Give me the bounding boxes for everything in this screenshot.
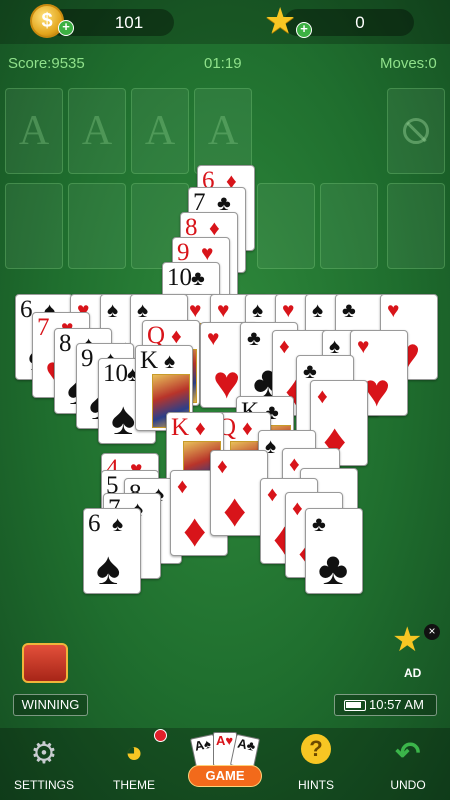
timer-label: 01:19: [204, 55, 242, 72]
card-center-suit-icon: ♦: [223, 484, 247, 536]
card-suit-icon: ♦: [317, 385, 328, 408]
card-suit-icon: ♠: [312, 299, 324, 322]
card-suit-icon: ♠: [107, 299, 119, 322]
foundation-slot[interactable]: A: [5, 88, 63, 174]
card-center-suit-icon: ♣: [318, 542, 349, 594]
card-suit-icon: ♦: [242, 417, 253, 440]
card-rank: 6: [20, 296, 33, 323]
card-suit-icon: ♣: [247, 327, 261, 350]
card-suit-icon: ♠: [137, 299, 149, 322]
undo-icon[interactable]: ↶: [378, 736, 438, 771]
hints-icon[interactable]: ?: [286, 734, 346, 764]
card-suit-icon: ♥: [282, 299, 295, 322]
card-suit-icon: ♣: [191, 267, 205, 290]
card-suit-icon: ♥: [387, 299, 400, 322]
magic-wand-icon[interactable]: ★: [392, 622, 422, 658]
card-suit-icon: ♠: [112, 513, 124, 536]
star-icon: ★: [264, 0, 297, 41]
card-suit-icon: ♥: [189, 299, 202, 322]
star-count: 0: [355, 13, 365, 32]
nav-hints[interactable]: HINTS: [276, 778, 356, 792]
card-rank: 10: [167, 264, 192, 291]
clock-time: 10:57 AM: [369, 697, 424, 712]
card-rank: 6: [88, 510, 101, 537]
theme-icon[interactable]: ◕: [104, 736, 164, 770]
card-suit-icon: ♥: [207, 327, 220, 350]
game-screen: 101 $ + 0 ★ + Score:9535 01:19 Moves:0 A…: [0, 0, 450, 800]
card-suit-icon: ♦: [195, 417, 206, 440]
card-center-suit-icon: ♠: [96, 542, 121, 594]
card-suit-icon: ♦: [289, 453, 300, 476]
tableau-slot[interactable]: [257, 183, 315, 269]
score-label: Score:9535: [8, 55, 85, 72]
card-rank: K: [140, 347, 159, 374]
notification-dot: [154, 729, 167, 742]
nav-game-button[interactable]: GAME: [188, 765, 262, 787]
ad-label: AD: [404, 666, 422, 680]
card-center-suit-icon: ♠: [111, 392, 136, 444]
card-rank: 7: [37, 314, 50, 341]
playing-card[interactable]: ♣♣: [305, 508, 363, 594]
card-rank: 10: [103, 360, 128, 387]
card-suit-icon: ♣: [312, 513, 326, 536]
nav-settings[interactable]: SETTINGS: [4, 778, 84, 792]
stock-slot[interactable]: [387, 88, 445, 174]
card-suit-icon: ♦: [217, 455, 228, 478]
tableau-slot[interactable]: [320, 183, 378, 269]
nav-theme[interactable]: THEME: [94, 778, 174, 792]
game-cards-icon[interactable]: A♠ A♥ A♣: [189, 732, 261, 771]
tableau-slot[interactable]: [387, 183, 445, 269]
add-coins-icon[interactable]: +: [58, 20, 74, 36]
card-suit-icon: ♦: [267, 483, 278, 506]
card-suit-icon: ♠: [164, 350, 176, 373]
card-center-suit-icon: ♦: [183, 504, 207, 556]
coin-count: 101: [114, 13, 144, 32]
winning-badge[interactable]: WINNING: [13, 694, 88, 716]
foundation-slot[interactable]: A: [68, 88, 126, 174]
card-rank: 9: [81, 345, 94, 372]
card-suit-icon: ♥: [217, 299, 230, 322]
card-rank: 8: [59, 330, 72, 357]
tableau-slot[interactable]: [68, 183, 126, 269]
playing-card[interactable]: 6 ♠ ♠: [83, 508, 141, 594]
card-suit-icon: ♦: [292, 497, 303, 520]
close-ad-icon[interactable]: ×: [424, 624, 440, 640]
battery-icon: [344, 700, 366, 711]
moves-label: Moves:0: [380, 55, 437, 72]
top-bar: 101 $ + 0 ★ +: [0, 0, 450, 44]
card-suit-icon: ♠: [252, 299, 264, 322]
card-suit-icon: ♦: [279, 335, 290, 358]
card-suit-icon: ♣: [342, 299, 356, 322]
card-rank: K: [171, 414, 190, 441]
treasure-chest-icon[interactable]: [22, 643, 68, 683]
nav-undo[interactable]: UNDO: [368, 778, 448, 792]
tableau-slot[interactable]: [5, 183, 63, 269]
foundation-slot[interactable]: A: [131, 88, 189, 174]
card-suit-icon: ♥: [357, 335, 370, 358]
foundation-slot[interactable]: A: [194, 88, 252, 174]
card-suit-icon: ♦: [177, 475, 188, 498]
add-stars-icon[interactable]: +: [296, 22, 312, 38]
settings-icon[interactable]: ⚙: [14, 736, 74, 771]
empty-stock-icon: [403, 118, 429, 144]
